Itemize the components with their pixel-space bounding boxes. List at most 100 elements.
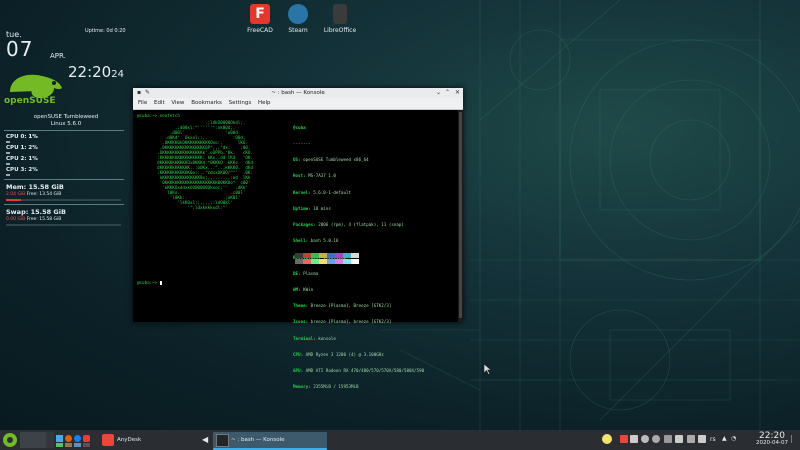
scrollbar[interactable] [458,110,463,322]
cpu-row: CPU 3: 2% [6,167,38,176]
mail-icon[interactable] [630,435,638,443]
thunderbird-icon[interactable] [74,435,81,442]
cpu-label: CPU 1: [6,145,27,151]
pager-desktop-2[interactable] [46,432,54,448]
keyboard-layout[interactable]: rs [710,436,716,443]
info-line: OS: openSUSE Tumbleweed x86_64 [293,157,369,163]
palette-swatch [295,253,303,258]
color-palette [295,253,359,265]
info-line: Packages: 2806 (rpm), 4 (flatpak), 11 (s… [293,222,404,228]
conky-clock: 22:2024 [68,63,124,81]
palette-swatch [343,253,351,258]
taskbar-clock[interactable]: 22:20 2020-04-07 [756,431,788,446]
cpu-value: 1% [28,156,38,162]
cpu-bar [6,163,10,165]
palette-swatch [335,253,343,258]
menu-bookmarks[interactable]: Bookmarks [191,100,222,106]
palette-swatch [319,253,327,258]
mouse-cursor-icon [484,364,492,375]
steam-icon [288,4,308,24]
cpu-label: CPU 3: [6,167,27,173]
close-icon[interactable]: ✕ [454,89,460,96]
prompt-command: @cuba:~> neofetch [137,113,180,118]
info-line: Host: MS-7A37 1.0 [293,173,336,179]
anydesk-icon [102,434,114,446]
menu-help[interactable]: Help [258,100,271,106]
pager-desktop-1[interactable] [20,432,46,448]
divider [4,204,124,205]
conky-date: 07 [6,37,34,61]
cpu-value: 1% [28,134,38,140]
desktop: F FreeCAD Steam LibreOffice tue. Uptime:… [0,0,800,430]
anydesk-tray-icon[interactable] [620,435,628,443]
swap-label: Swap: [6,208,29,216]
window-title: ~ : bash — Konsole [271,90,325,96]
network-icon[interactable] [687,435,695,443]
libreoffice-icon [333,4,347,24]
volume-icon[interactable]: ◀ [202,435,208,444]
weather-icon[interactable] [602,434,612,444]
mem-free-label: Free: [26,192,38,197]
notifications-icon[interactable] [675,435,683,443]
desktop-icon-steam[interactable]: Steam [274,4,322,34]
palette-swatch [295,259,303,264]
menu-file[interactable]: File [138,100,147,106]
palette-swatch [303,259,311,264]
info-line: CPU: AMD Ryzen 3 1200 (4) @ 3.100GHz [293,351,384,357]
conky-month: APR. [50,52,66,60]
steam-tray-icon[interactable] [652,435,660,443]
konsole-window[interactable]: ▪ ✎ ~ : bash — Konsole ⌄ ⌃ ✕ File Edit V… [133,88,463,389]
task-konsole[interactable]: ~ : bash — Konsole [213,432,327,450]
task-label: ~ : bash — Konsole [231,437,285,443]
app-launcher-button[interactable] [2,432,18,448]
cpu-value: 2% [28,167,38,173]
desktop-icon-label: LibreOffice [323,27,357,34]
palette-row [295,259,359,265]
konsole-launcher-icon[interactable] [83,443,90,447]
mem-usage-fill [6,199,21,201]
firefox-icon[interactable] [65,435,72,442]
menu-edit[interactable]: Edit [154,100,165,106]
vivaldi-icon[interactable] [83,435,90,442]
collapse-icon[interactable]: ⌄ [436,89,441,96]
cpu-row: CPU 2: 1% [6,156,38,165]
palette-swatch [327,253,335,258]
conky-clock-hm: 22:20 [68,63,112,81]
dolphin-icon[interactable] [56,435,63,442]
speaker-icon[interactable] [698,435,706,443]
expand-tray-icon[interactable]: ▲ [722,435,727,442]
menu-settings[interactable]: Settings [229,100,252,106]
divider [4,130,124,131]
swap-total: 15.58 GiB [30,208,66,216]
cpu-bar [6,174,10,176]
terminal-prompt: @cuba:~> [137,280,162,285]
show-desktop-icon[interactable] [791,435,798,443]
taskbar: AnyDesk ◀ ~ : bash — Konsole rs ▲ ◔ 22:2… [0,430,800,450]
terminal-area[interactable]: @cuba:~> neofetch .;ldkO0000Okdl;. .;d00… [133,110,457,389]
info-line: Shell: bash 5.0.16 [293,238,339,244]
conky-uptime: Uptime: 0d 0:20 [85,28,126,34]
accessibility-icon[interactable]: ◔ [731,435,736,442]
info-line: DE: Plasma [293,270,319,276]
store-icon[interactable] [56,443,63,447]
minimize-icon[interactable]: ⌃ [445,89,450,96]
mem-detail: 2.04 GiB Free: 13.54 GiB [6,192,61,197]
window-titlebar[interactable]: ▪ ✎ ~ : bash — Konsole ⌄ ⌃ ✕ [133,88,463,98]
conky-clock-seconds: 24 [111,69,124,80]
info-line: Uptime: 18 mins [293,205,331,211]
prompt-text: @cuba:~> [137,280,158,285]
scrollbar-handle[interactable] [459,112,462,318]
gimp-icon[interactable] [65,443,72,447]
swap-row: Swap: 15.58 GiB [6,208,66,216]
info-line: Kernel: 5.6.0-1-default [293,189,352,195]
info-line: Theme: Breeze [Plasma], Breeze [GTK2/3] [293,303,392,309]
desktop-icon-libreoffice[interactable]: LibreOffice [316,4,364,34]
clipboard-icon[interactable] [664,435,672,443]
update-icon[interactable] [641,435,649,443]
quicklaunch [56,432,96,448]
menu-view[interactable]: View [171,100,184,106]
task-label: AnyDesk [117,437,142,443]
palette-swatch [351,259,359,264]
task-anydesk[interactable]: AnyDesk [100,432,200,448]
settings-icon[interactable] [74,443,81,447]
